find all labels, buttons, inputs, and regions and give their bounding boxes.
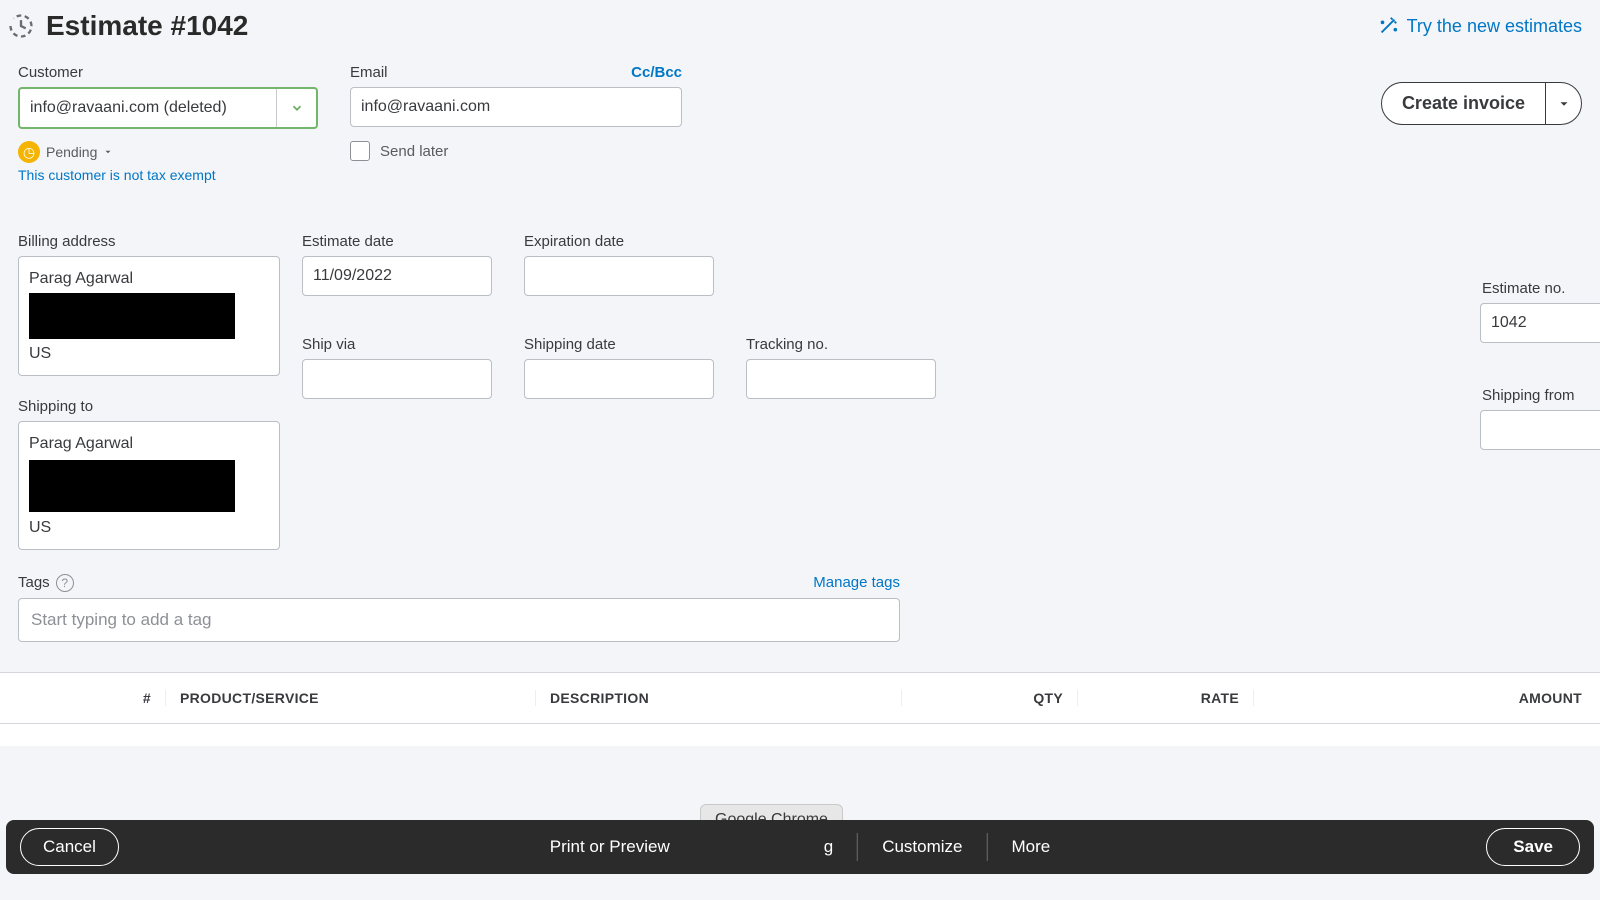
ship-via-input[interactable] (302, 359, 492, 399)
shipping-date-input[interactable] (524, 359, 714, 399)
manage-tags-link[interactable]: Manage tags (813, 574, 900, 591)
shipping-line1: Parag Agarwal (29, 432, 269, 455)
table-col-product: PRODUCT/SERVICE (166, 690, 536, 706)
footer-bar: Cancel Print or Preview g Customize More… (6, 820, 1594, 874)
shipping-to-textarea[interactable]: Parag Agarwal US (18, 421, 280, 549)
customize-link[interactable]: Customize (882, 837, 962, 857)
wand-icon (1377, 15, 1399, 37)
status-dropdown[interactable]: ◷ Pending (18, 141, 318, 163)
tags-label: Tags (18, 574, 50, 591)
send-later-label: Send later (380, 143, 448, 160)
estimate-date-input[interactable] (302, 256, 492, 296)
ship-via-label: Ship via (302, 336, 502, 353)
shipping-from-label: Shipping from (1480, 387, 1600, 404)
shipping-date-label: Shipping date (524, 336, 724, 353)
tracking-no-input[interactable] (746, 359, 936, 399)
try-new-estimates-link[interactable]: Try the new estimates (1377, 15, 1582, 37)
send-later-checkbox[interactable] (350, 141, 370, 161)
billing-line-last: US (29, 342, 269, 365)
try-new-label: Try the new estimates (1407, 16, 1582, 37)
redacted-block (29, 293, 235, 339)
expiration-date-label: Expiration date (524, 233, 724, 250)
redacted-block (29, 460, 235, 512)
caret-down-icon (1557, 97, 1571, 111)
estimate-no-input[interactable] (1480, 303, 1600, 343)
table-col-rate: RATE (1078, 690, 1254, 706)
tax-exempt-link[interactable]: This customer is not tax exempt (18, 167, 318, 183)
create-invoice-dropdown[interactable] (1545, 83, 1581, 124)
estimate-no-label: Estimate no. (1480, 280, 1600, 297)
billing-address-label: Billing address (18, 233, 280, 250)
chevron-down-icon (290, 101, 304, 115)
billing-line1: Parag Agarwal (29, 267, 269, 290)
expiration-date-input[interactable] (524, 256, 714, 296)
cancel-button[interactable]: Cancel (20, 828, 119, 866)
create-invoice-button-group: Create invoice (1381, 82, 1582, 125)
shipping-to-label: Shipping to (18, 398, 280, 415)
pending-status-icon: ◷ (18, 141, 40, 163)
status-label: Pending (46, 144, 97, 160)
customer-label: Customer (18, 64, 318, 81)
ccbcc-link[interactable]: Cc/Bcc (631, 64, 682, 81)
history-icon[interactable] (6, 11, 36, 41)
separator (987, 833, 988, 861)
table-col-num: # (32, 690, 166, 706)
tracking-no-label: Tracking no. (746, 336, 946, 353)
email-label: Email (350, 64, 388, 81)
shipping-line-last: US (29, 516, 269, 539)
separator (857, 833, 858, 861)
save-button[interactable]: Save (1486, 828, 1580, 866)
table-col-amount: AMOUNT (1254, 690, 1600, 706)
customer-input[interactable] (20, 89, 276, 127)
email-input[interactable] (350, 87, 682, 127)
tags-input[interactable] (18, 598, 900, 642)
page-title: Estimate #1042 (46, 10, 248, 42)
more-link[interactable]: More (1012, 837, 1051, 857)
billing-address-textarea[interactable]: Parag Agarwal US (18, 256, 280, 376)
shipping-from-input[interactable] (1480, 410, 1600, 450)
table-col-qty: QTY (902, 690, 1078, 706)
customer-dropdown-toggle[interactable] (276, 89, 316, 127)
create-invoice-button[interactable]: Create invoice (1382, 83, 1545, 124)
help-icon[interactable]: ? (56, 574, 74, 592)
line-items-table: # PRODUCT/SERVICE DESCRIPTION QTY RATE A… (0, 672, 1600, 746)
table-col-description: DESCRIPTION (536, 690, 902, 706)
print-preview-link[interactable]: Print or Preview (550, 837, 670, 857)
estimate-date-label: Estimate date (302, 233, 502, 250)
obscured-text: g (824, 837, 833, 857)
customer-select[interactable] (18, 87, 318, 129)
caret-down-icon (103, 147, 113, 157)
